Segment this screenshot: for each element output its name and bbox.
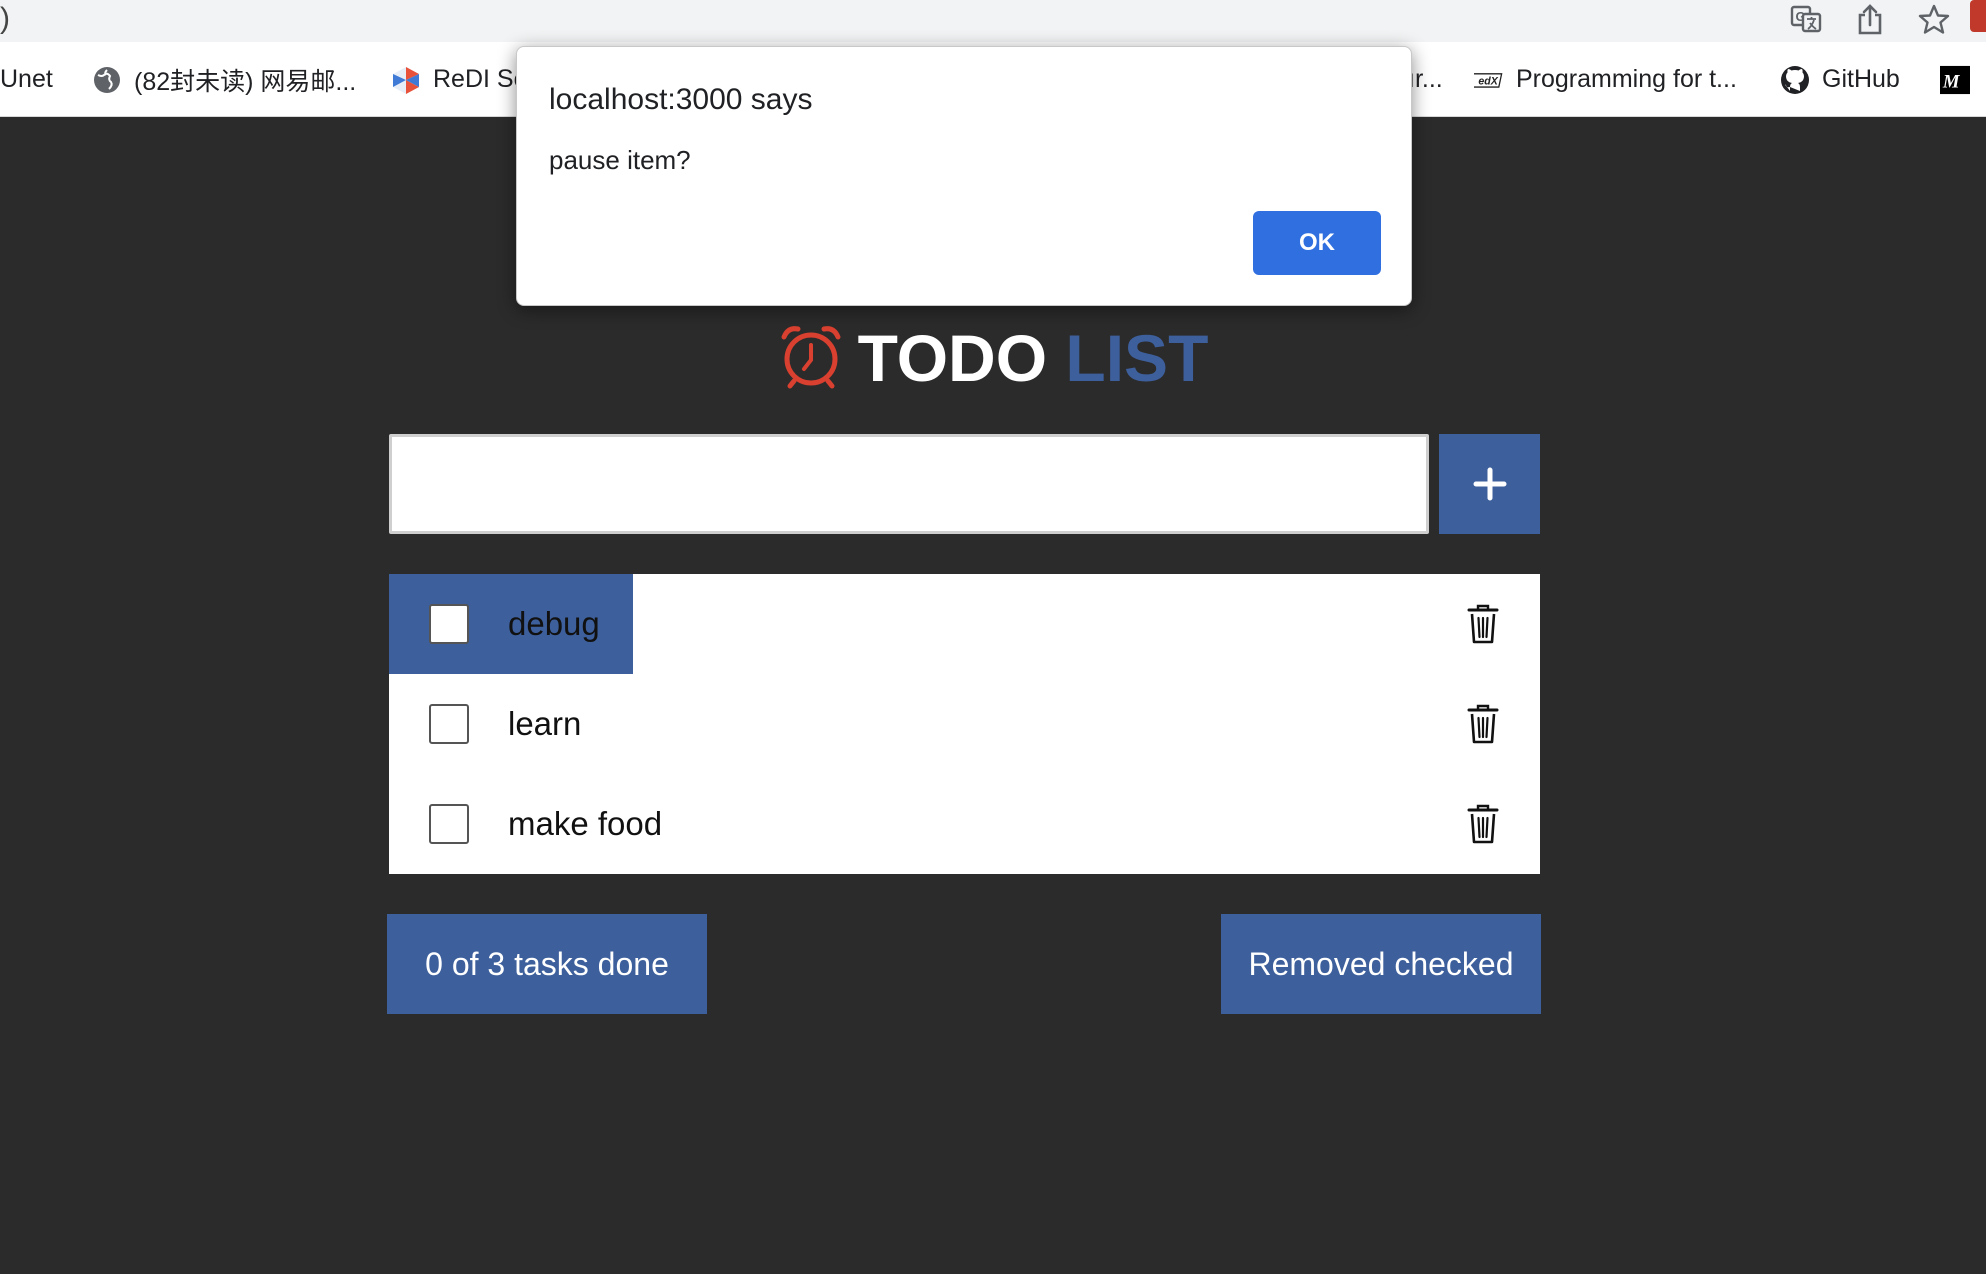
remove-checked-button[interactable]: Removed checked — [1221, 914, 1541, 1014]
item-checkbox[interactable] — [429, 604, 469, 644]
todo-list: debug learn make food — [389, 574, 1540, 874]
bookmark-unet[interactable]: Unet — [0, 42, 53, 117]
bookmark-mail[interactable]: (82封未读) 网易邮... — [92, 42, 356, 117]
add-button[interactable] — [1439, 434, 1540, 534]
item-checkbox[interactable] — [429, 704, 469, 744]
bookmark-label: Unet — [0, 65, 53, 93]
todo-input[interactable] — [389, 434, 1429, 534]
trash-icon[interactable] — [1467, 604, 1499, 644]
dialog-message: pause item? — [549, 145, 691, 175]
svg-text:M: M — [1942, 71, 1961, 92]
toolbar-icons: G — [1784, 0, 1956, 38]
bookmark-medium[interactable]: M — [1940, 42, 1970, 117]
item-label: learn — [508, 705, 582, 742]
title-text: TODO LIST — [858, 320, 1209, 396]
medium-icon: M — [1940, 65, 1970, 95]
extension-icon[interactable] — [1970, 0, 1986, 32]
globe-icon — [92, 65, 122, 95]
item-checkbox[interactable] — [429, 804, 469, 844]
tasks-done-status: 0 of 3 tasks done — [387, 914, 707, 1014]
bookmark-label: ır... — [1408, 65, 1443, 93]
alert-dialog: localhost:3000 says pause item? OK — [516, 46, 1412, 306]
list-item[interactable]: debug — [389, 574, 1540, 674]
toolbar-edge-glyph: ) — [0, 2, 10, 35]
item-label: make food — [508, 805, 663, 842]
bookmark-redi[interactable]: ReDI Sc — [391, 42, 526, 117]
list-item[interactable]: learn — [389, 674, 1540, 774]
list-item[interactable]: make food — [389, 774, 1540, 874]
share-icon[interactable] — [1848, 0, 1892, 38]
svg-text:edX: edX — [1478, 75, 1498, 87]
bookmark-programming[interactable]: edX Programming for t... — [1474, 42, 1737, 117]
translate-icon[interactable]: G — [1784, 0, 1828, 38]
redi-icon — [391, 65, 421, 95]
bookmark-label: GitHub — [1822, 65, 1900, 93]
edx-icon: edX — [1474, 65, 1504, 95]
plus-icon — [1473, 467, 1506, 501]
github-icon — [1780, 65, 1810, 95]
bookmark-label: Programming for t... — [1516, 65, 1737, 93]
trash-icon[interactable] — [1467, 804, 1499, 844]
title-accent: LIST — [1065, 321, 1209, 395]
dialog-title: localhost:3000 says — [549, 83, 813, 116]
app-title: TODO LIST — [0, 318, 1986, 398]
item-label: debug — [508, 605, 600, 642]
browser-toolbar: ) G — [0, 0, 1986, 42]
title-main: TODO — [857, 321, 1048, 395]
bookmark-label: (82封未读) 网易邮... — [134, 67, 357, 96]
alarm-clock-icon — [778, 323, 844, 394]
ok-button[interactable]: OK — [1253, 211, 1381, 275]
star-icon[interactable] — [1912, 0, 1956, 38]
bookmark-github[interactable]: GitHub — [1780, 42, 1900, 117]
bookmark-truncated[interactable]: ır... — [1408, 42, 1443, 117]
bookmark-label: ReDI Sc — [433, 65, 527, 93]
trash-icon[interactable] — [1467, 704, 1499, 744]
